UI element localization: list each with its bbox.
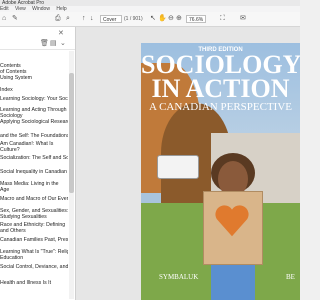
fit-page-icon[interactable]: ⛶ [220,15,225,23]
tools-icon[interactable]: ✎ [12,15,18,23]
sidebar-scrollbar[interactable] [69,51,74,299]
heart-icon [215,205,249,237]
bookmarks-panel: ✕ 🗑 ▤ ⌄ Contents of Contents Using Syste… [0,27,76,300]
print-icon[interactable]: ⎙ [55,15,61,23]
bookmarks-header: ✕ 🗑 ▤ ⌄ [0,27,75,50]
list-item[interactable]: Applying Sociological Research [0,119,68,125]
prev-page-icon[interactable]: ↑ [82,15,86,23]
close-icon[interactable]: ✕ [58,29,64,37]
cover-van [157,155,199,179]
cover-author-left: SYMBALUK [159,273,199,281]
expand-icon[interactable]: ⌄ [60,39,66,47]
list-item[interactable]: Health and Illness Is It [0,280,68,286]
list-item[interactable]: and the Self: The Foundations [0,133,68,139]
hand-icon[interactable]: ✋ [158,15,167,23]
page-number-field[interactable]: Cover [100,15,122,23]
cover-author-right: BE [286,273,295,281]
zoom-field[interactable]: 76.6% [186,15,206,23]
list-item[interactable]: and Others [0,228,68,234]
zoom-out-icon[interactable]: ⊖ [168,15,174,23]
page-count: (1 / 901) [124,16,143,22]
list-item[interactable]: Age [0,187,68,193]
list-item[interactable]: Macro and Macro of Our Everyday [0,196,68,202]
list-item[interactable]: Socialization: The Self and Social [0,155,68,161]
delete-icon[interactable]: 🗑 [40,39,49,47]
list-item[interactable]: Using System [0,75,68,81]
comment-icon[interactable]: ✉ [240,15,246,23]
bookmark-list: Contents of Contents Using System Index … [0,63,68,286]
list-item[interactable]: Culture? [0,147,68,153]
list-item[interactable]: Index [0,87,68,93]
book-cover: THIRD EDITION SOCIOLOGY IN ACTION A CANA… [141,43,300,300]
list-item[interactable]: Mass Media: Living in the [0,181,68,187]
list-item[interactable]: Social Inequality in Canadian [0,169,68,175]
toolbar: ⌂ ✎ ⎙ ⌕ ↑ ↓ Cover (1 / 901) ↖ ✋ ⊖ ⊕ 76.6… [0,12,300,27]
sidebar-scroll-thumb[interactable] [69,73,74,193]
zoom-in-icon[interactable]: ⊕ [176,15,182,23]
options-icon[interactable]: ▤ [50,39,57,47]
list-item[interactable]: Canadian Families Past, Present, [0,237,68,243]
cover-title-line2: IN ACTION [151,74,290,103]
home-icon[interactable]: ⌂ [2,15,6,23]
list-item[interactable]: Social Control, Deviance, and [0,264,68,270]
search-icon[interactable]: ⌕ [66,15,70,23]
select-icon[interactable]: ↖ [150,15,156,23]
cover-title: SOCIOLOGY IN ACTION [141,52,300,103]
list-item[interactable]: Education [0,255,68,261]
list-item[interactable]: Learning Sociology: Your Sociological [0,96,68,102]
list-item[interactable]: Studying Sexualities [0,214,68,220]
next-page-icon[interactable]: ↓ [90,15,94,23]
cover-subtitle: A CANADIAN PERSPECTIVE [148,101,292,113]
